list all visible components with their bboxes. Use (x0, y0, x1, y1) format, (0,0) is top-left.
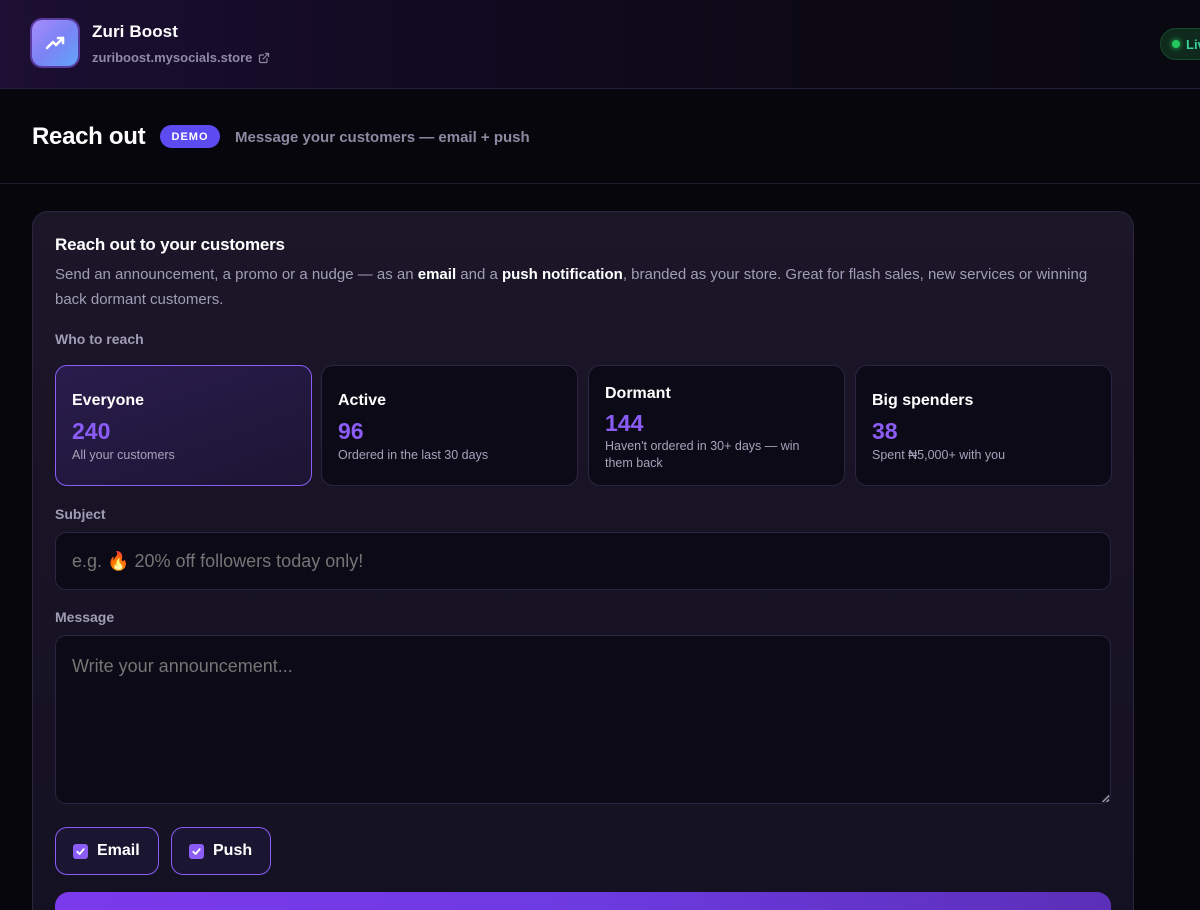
checkmark-icon (192, 847, 201, 855)
segment-active[interactable]: Active 96 Ordered in the last 30 days (321, 365, 578, 486)
push-channel-label: Push (213, 842, 253, 859)
live-dot-icon (1172, 40, 1180, 48)
card-title: Reach out to your customers (55, 235, 285, 254)
segment-description: Spent ₦5,000+ with you (872, 448, 1006, 462)
segment-name: Active (338, 392, 387, 409)
segment-name: Big spenders (872, 392, 974, 409)
push-channel-toggle[interactable]: Push (171, 827, 271, 875)
desc-text-1: Send an announcement, a promo or a nudge… (55, 266, 418, 283)
subject-label: Subject (55, 506, 106, 522)
email-checkbox[interactable] (73, 843, 88, 859)
desc-text-2: and a (456, 266, 502, 283)
resize-handle-icon[interactable] (1101, 794, 1110, 803)
segment-name: Dormant (605, 385, 671, 402)
message-textarea[interactable] (55, 635, 1111, 804)
top-bar: Zuri Boost zuriboost.mysocials.store Liv… (0, 0, 1200, 89)
segment-big-spenders[interactable]: Big spenders 38 Spent ₦5,000+ with you (855, 365, 1112, 486)
trending-up-icon (45, 36, 65, 50)
desc-push-highlight: push notification (501, 266, 623, 283)
subject-input[interactable] (55, 532, 1111, 590)
push-checkbox[interactable] (189, 843, 204, 859)
page-subtitle: Message your customers — email + push (235, 129, 530, 146)
segment-dormant[interactable]: Dormant 144 Haven't ordered in 30+ days … (588, 365, 845, 486)
message-label: Message (55, 609, 115, 625)
segment-description: Haven't ordered in 30+ days — win them b… (605, 439, 800, 470)
demo-badge: DEMO (160, 125, 220, 148)
segment-name: Everyone (72, 392, 145, 409)
store-logo[interactable] (32, 20, 78, 66)
segment-everyone[interactable]: Everyone 240 All your customers (55, 365, 312, 486)
page-header: Reach out DEMO Message your customers — … (0, 90, 1200, 184)
store-url-link[interactable]: zuriboost.mysocials.store (92, 50, 270, 65)
checkmark-icon (76, 847, 85, 855)
live-status-label: Live (1186, 36, 1200, 52)
segment-count: 96 (338, 418, 364, 444)
desc-email-highlight: email (417, 266, 457, 283)
audience-segment-group: Everyone 240 All your customers Active 9… (55, 365, 1112, 486)
who-to-reach-label: Who to reach (55, 331, 144, 347)
store-url: zuriboost.mysocials.store (92, 50, 253, 65)
segment-count: 240 (72, 418, 111, 444)
reach-out-card: Reach out to your customers Send an anno… (32, 211, 1134, 910)
segment-count: 38 (872, 418, 898, 444)
card-description: Send an announcement, a promo or a nudge… (55, 262, 1095, 312)
send-button[interactable] (55, 892, 1111, 910)
segment-count: 144 (605, 410, 644, 436)
store-name: Zuri Boost (92, 22, 178, 41)
page-title: Reach out (32, 123, 146, 150)
external-link-icon (259, 52, 270, 63)
live-status-badge: Live (1160, 28, 1200, 60)
segment-description: Ordered in the last 30 days (338, 448, 489, 462)
email-channel-label: Email (97, 842, 140, 859)
email-channel-toggle[interactable]: Email (55, 827, 159, 875)
segment-description: All your customers (72, 448, 175, 462)
